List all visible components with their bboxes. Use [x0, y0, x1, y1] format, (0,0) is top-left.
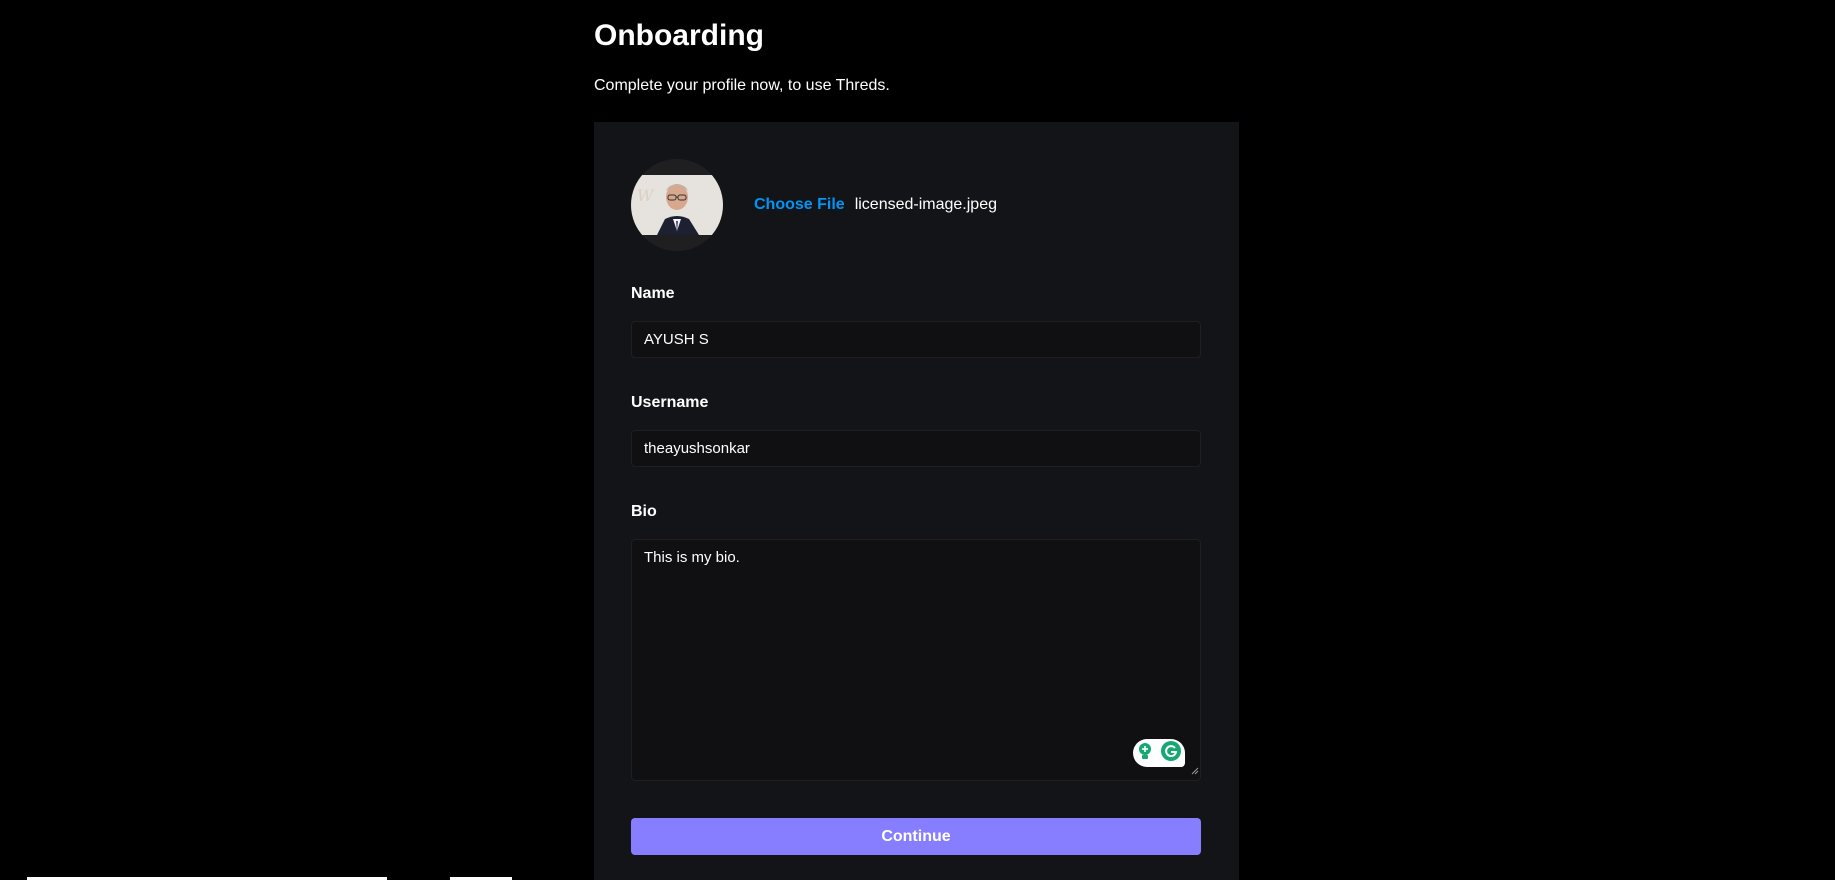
page: Onboarding Complete your profile now, to…	[0, 0, 1835, 880]
page-subtitle: Complete your profile now, to use Threds…	[594, 77, 890, 94]
onboarding-form: W Choose File licensed-image.jpeg Name U…	[594, 122, 1239, 880]
username-label: Username	[631, 394, 709, 411]
svg-text:W: W	[637, 186, 655, 205]
header: Onboarding Complete your profile now, to…	[594, 18, 890, 95]
profile-photo-image: W	[631, 159, 723, 251]
username-input[interactable]	[631, 430, 1201, 467]
name-label: Name	[631, 285, 675, 302]
profile-photo-avatar[interactable]: W	[631, 159, 723, 251]
name-input[interactable]	[631, 321, 1201, 358]
grammarly-widget[interactable]	[1133, 739, 1185, 767]
page-title: Onboarding	[594, 19, 764, 52]
continue-button[interactable]: Continue	[631, 818, 1201, 855]
bio-textarea[interactable]: This is my bio.	[631, 539, 1201, 781]
profile-photo-row: W Choose File licensed-image.jpeg	[631, 159, 997, 251]
grammarly-lightbulb-icon[interactable]	[1136, 742, 1154, 765]
bio-label: Bio	[631, 503, 657, 520]
resize-handle-icon[interactable]	[1191, 767, 1199, 775]
choose-file-button[interactable]: Choose File	[754, 196, 845, 214]
selected-file-name: licensed-image.jpeg	[854, 196, 997, 213]
grammarly-g-icon[interactable]	[1160, 740, 1182, 767]
